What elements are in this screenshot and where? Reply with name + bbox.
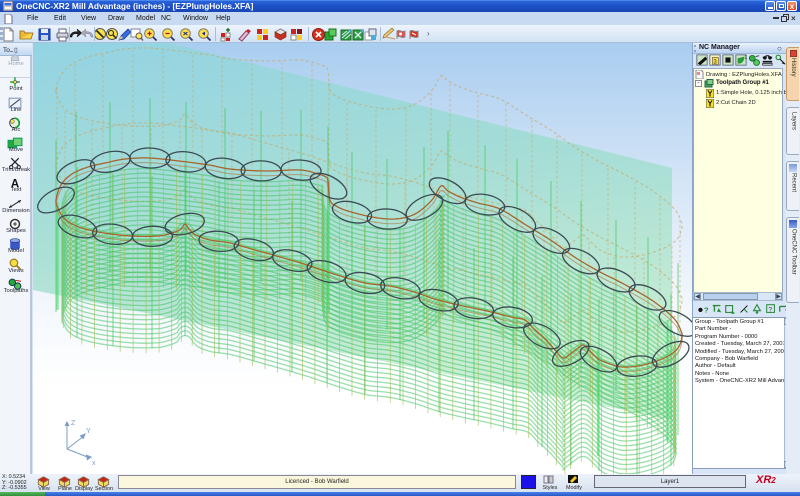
svg-text:Y: Y: [86, 428, 91, 435]
svg-text:?: ?: [768, 307, 772, 314]
svg-text:?: ?: [704, 305, 709, 314]
svg-text:1: 1: [744, 55, 747, 61]
svg-text:Z: Z: [71, 420, 76, 427]
svg-text:x: x: [92, 460, 96, 467]
